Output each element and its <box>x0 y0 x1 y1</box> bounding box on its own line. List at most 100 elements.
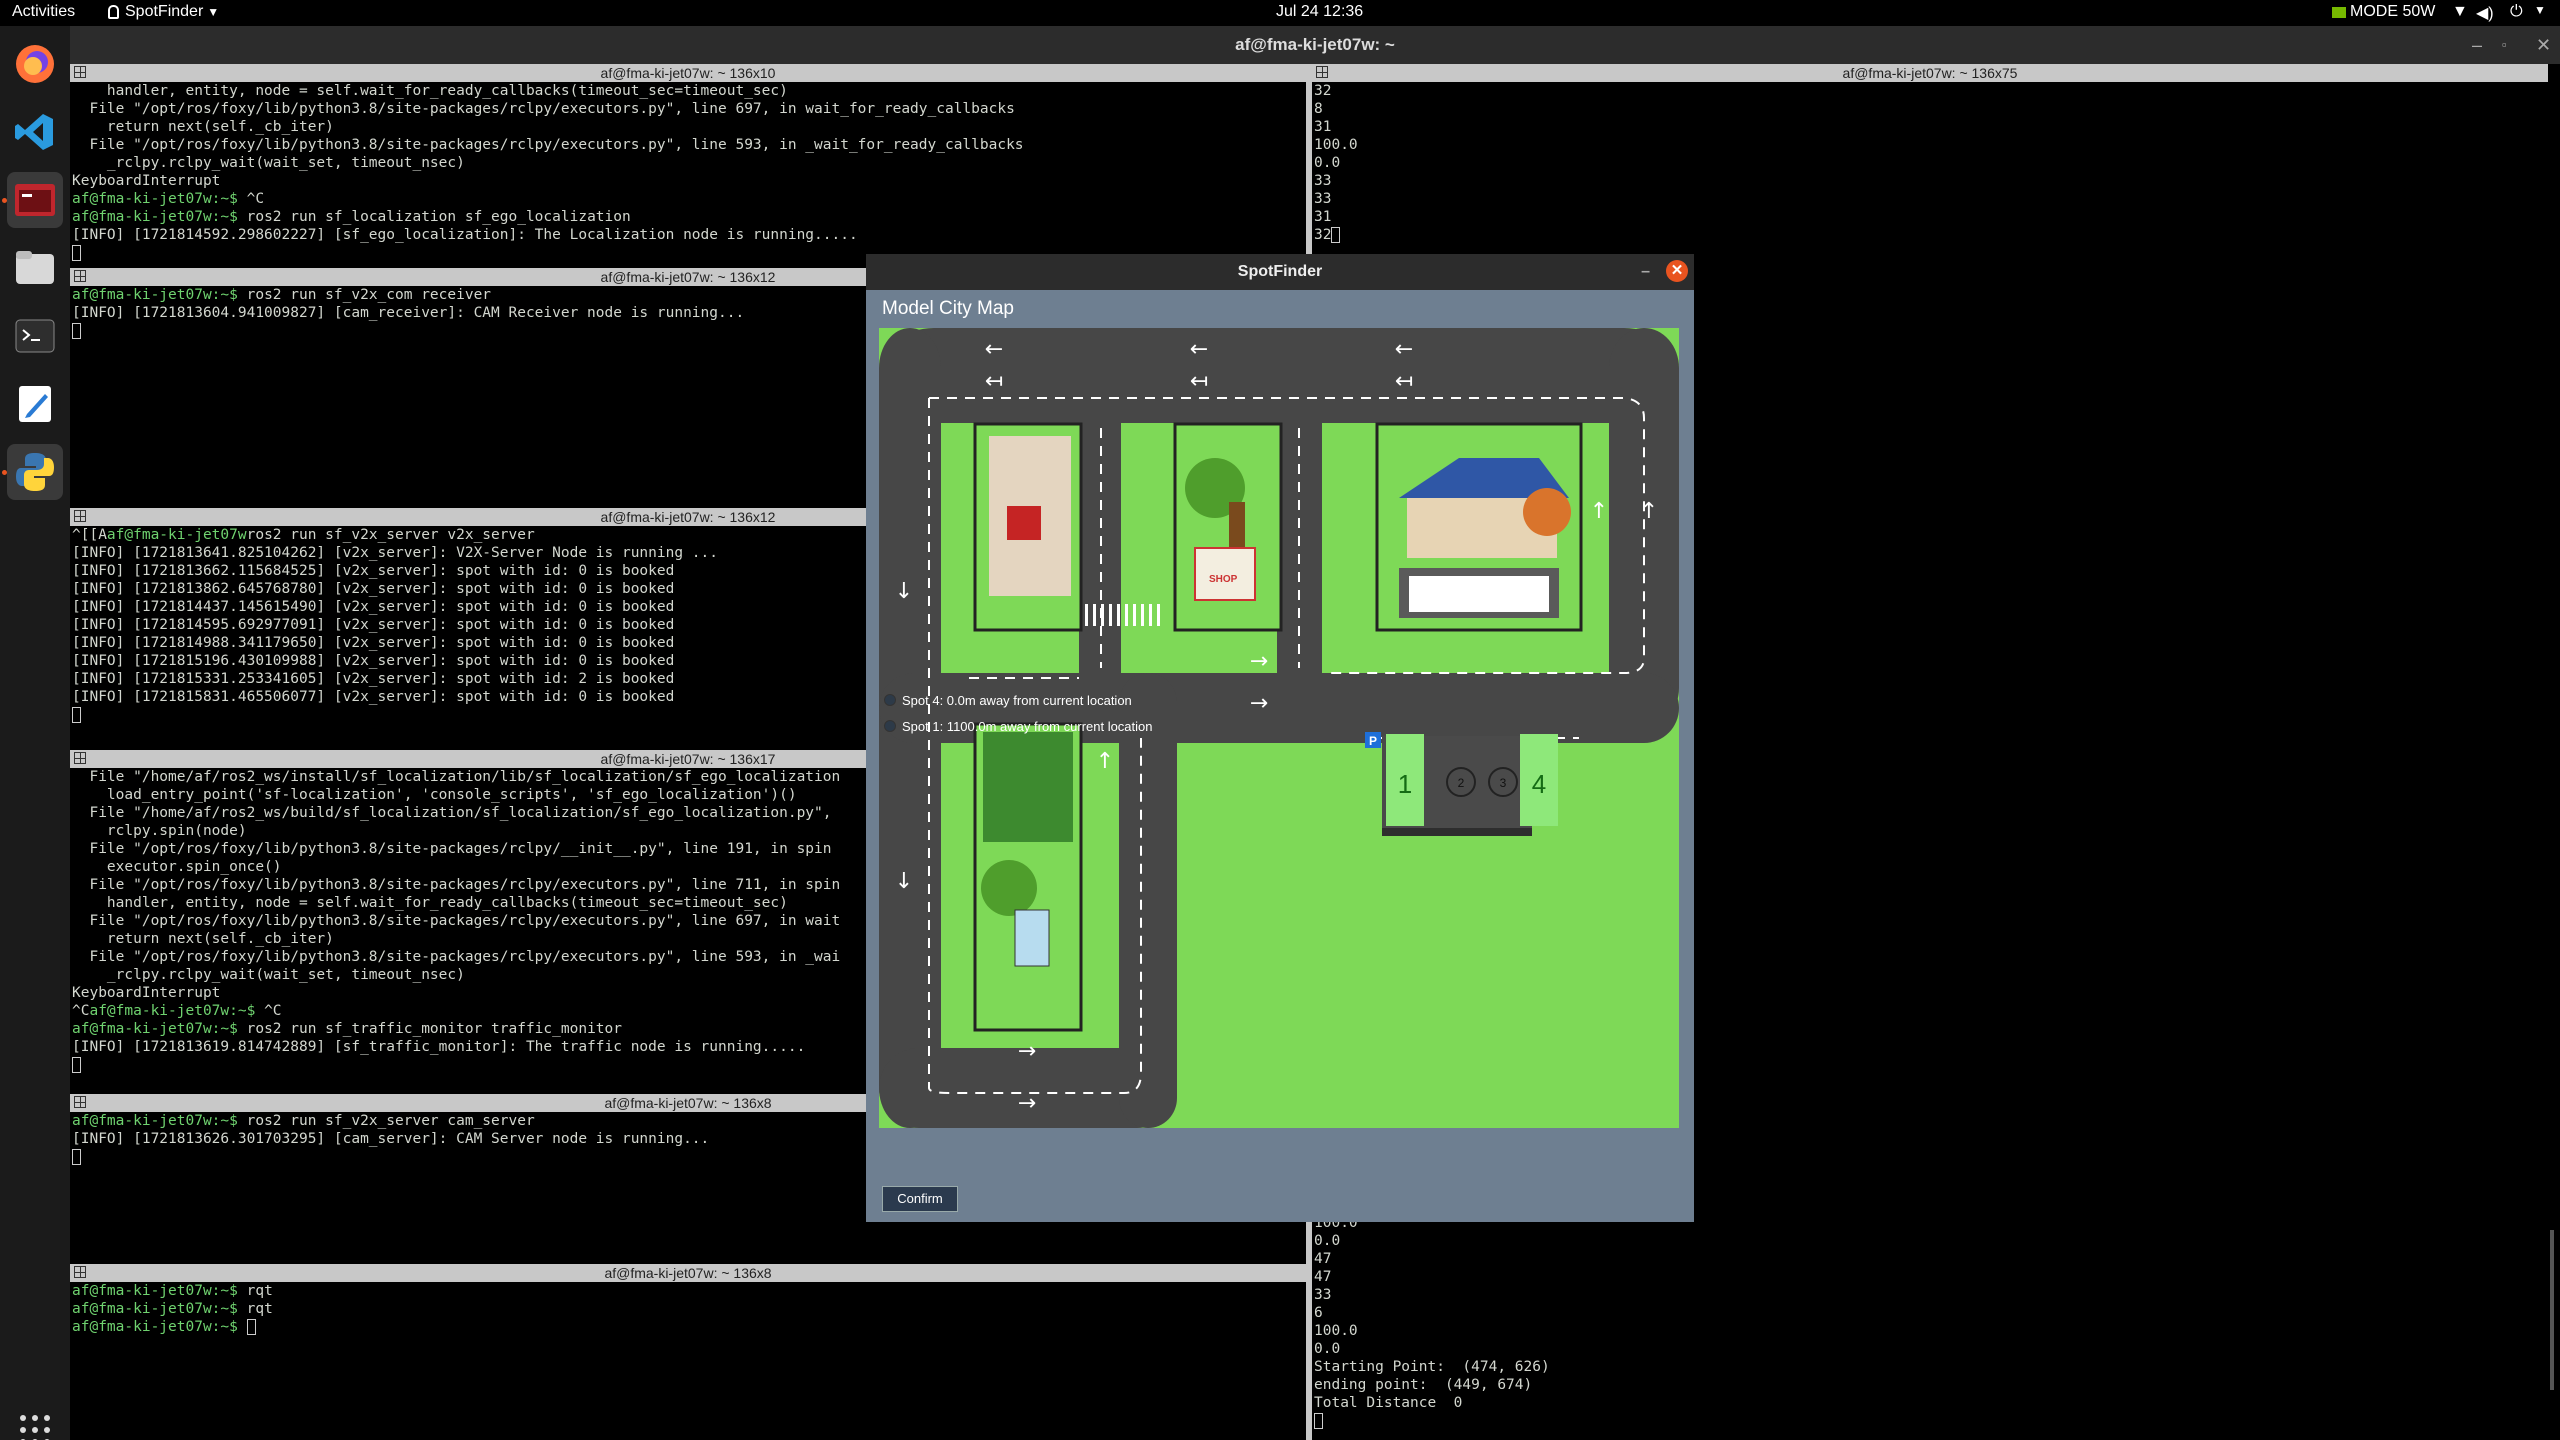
terminal-line: _rclpy.rclpy_wait(wait_set, timeout_nsec… <box>72 155 465 171</box>
close-icon[interactable]: ✕ <box>2536 26 2551 64</box>
show-apps-icon[interactable] <box>7 1402 63 1440</box>
dialog-title: SpotFinder <box>1237 263 1323 280</box>
cursor <box>72 245 81 261</box>
terminal-line: File "/opt/ros/foxy/lib/python3.8/site-p… <box>72 101 1015 117</box>
terminal-output-bottom: 100.0 0.0 47 47 33 6 100.0 0.0 Starting Point: (… <box>1312 1214 2548 1430</box>
chevron-down-icon: ▼ <box>207 5 220 19</box>
power-mode-label: MODE 50W <box>2350 3 2436 20</box>
terminal-line: File "/opt/ros/foxy/lib/python3.8/site-p… <box>72 137 1024 153</box>
python-icon[interactable] <box>7 444 63 500</box>
cursor <box>72 323 81 339</box>
running-indicator <box>2 198 7 203</box>
terminal-line: Starting Point: (474, 626) <box>1314 1359 1550 1375</box>
terminal-line: 33 <box>1314 191 1332 207</box>
app-menu-label: SpotFinder <box>125 3 204 20</box>
cursor <box>1331 227 1341 243</box>
svg-text:→: → <box>1250 649 1268 674</box>
split-icon[interactable] <box>74 66 86 78</box>
top-bar: Activities SpotFinder ▼ Jul 24 12:36 MOD… <box>0 0 2560 26</box>
svg-text:↤: ↤ <box>985 369 1003 394</box>
terminal-line: 33 <box>1314 173 1332 189</box>
radio-button[interactable] <box>884 694 896 706</box>
app-menu[interactable]: SpotFinder ▼ <box>108 3 219 21</box>
svg-text:←: ← <box>985 337 1003 362</box>
activities-button[interactable]: Activities <box>12 3 75 21</box>
split-icon[interactable] <box>74 752 86 764</box>
terminal-pane-1[interactable]: af@fma-ki-jet07w: ~ 136x10 handler, enti… <box>70 64 1306 264</box>
split-icon[interactable] <box>74 510 86 522</box>
terminal-window-titlebar[interactable]: af@fma-ki-jet07w: ~ – ▫ ✕ <box>70 26 2560 64</box>
terminal-line: 0.0 <box>1314 1233 1341 1249</box>
system-menu-chevron-icon[interactable]: ▼ <box>2534 3 2546 17</box>
split-icon[interactable] <box>1316 66 1328 78</box>
dock <box>0 26 70 1440</box>
close-icon[interactable]: ✕ <box>1666 260 1688 282</box>
spot-option-4[interactable]: Spot 4: 0.0m away from current location <box>884 690 1132 710</box>
confirm-button[interactable]: Confirm <box>882 1186 958 1212</box>
terminal-line: KeyboardInterrupt <box>72 173 221 189</box>
terminal-line: 0.0 <box>1314 1341 1341 1357</box>
parking-lot: 1 2 3 4 P <box>1365 732 1558 836</box>
terminal-icon[interactable] <box>7 308 63 364</box>
window-title: af@fma-ki-jet07w: ~ <box>1235 35 1395 54</box>
terminal-line: 100.0 <box>1314 1323 1358 1339</box>
app-icon <box>108 5 119 19</box>
terminal-line: Total Distance 0 <box>1314 1395 1463 1411</box>
split-icon[interactable] <box>74 1096 86 1108</box>
cursor <box>246 1319 256 1335</box>
terminal-line: handler, entity, node = self.wait_for_re… <box>72 83 788 99</box>
park-trees <box>973 722 1083 1032</box>
files-icon[interactable] <box>7 240 63 296</box>
parking-sign-label: P <box>1369 734 1377 748</box>
scrollbar[interactable] <box>2550 1230 2554 1390</box>
minimize-icon[interactable]: – <box>2472 26 2482 64</box>
building-house-2 <box>1375 422 1583 632</box>
volume-icon[interactable]: ◀) <box>2476 3 2494 23</box>
spot-number: 2 <box>1458 776 1465 790</box>
spot-option-label: Spot 4: 0.0m away from current location <box>902 692 1132 708</box>
terminal-line: 47 <box>1314 1269 1332 1285</box>
map-title: Model City Map <box>882 298 1014 319</box>
text-editor-icon[interactable] <box>7 376 63 432</box>
power-icon[interactable]: ⏻ <box>2510 3 2523 21</box>
terminal-title: af@fma-ki-jet07w: ~ 136x10 <box>70 64 1306 82</box>
wifi-icon[interactable]: ▼ <box>2452 3 2468 21</box>
svg-text:→: → <box>1250 691 1268 716</box>
svg-text:←: ← <box>1395 337 1413 362</box>
minimize-icon[interactable]: – <box>1641 254 1650 290</box>
cursor <box>72 1149 81 1165</box>
svg-text:↓: ↓ <box>895 579 913 604</box>
terminal-line: [INFO] [1721814592.298602227] [sf_ego_lo… <box>72 227 858 243</box>
power-mode[interactable]: MODE 50W <box>2332 3 2435 21</box>
firefox-icon[interactable] <box>7 36 63 92</box>
terminal-line: 8 <box>1314 101 1323 117</box>
dialog-titlebar[interactable]: SpotFinder – ✕ <box>866 254 1694 290</box>
svg-text:↤: ↤ <box>1190 369 1208 394</box>
spot-option-label: Spot 1: 1100.0m away from current locati… <box>902 718 1153 734</box>
terminal-line: af@fma-ki-jet07w:~$ ^C <box>72 191 265 207</box>
terminal-pane-6[interactable]: af@fma-ki-jet07w: ~ 136x8 af@fma-ki-jet0… <box>70 1264 1306 1440</box>
cursor <box>72 1057 81 1073</box>
vscode-icon[interactable] <box>7 104 63 160</box>
split-icon[interactable] <box>74 270 86 282</box>
svg-text:↤: ↤ <box>1395 369 1413 394</box>
terminal-line: 6 <box>1314 1305 1323 1321</box>
spot-option-1[interactable]: Spot 1: 1100.0m away from current locati… <box>884 716 1153 736</box>
terminal-line: 47 <box>1314 1251 1332 1267</box>
svg-text:←: ← <box>1190 337 1208 362</box>
terminal-line: af@fma-ki-jet07w:~$ rqt <box>72 1283 273 1299</box>
terminal-title: af@fma-ki-jet07w: ~ 136x75 <box>1312 64 2548 82</box>
building-house-1 <box>973 422 1083 632</box>
clock[interactable]: Jul 24 12:36 <box>1276 3 1363 21</box>
terminal-line: ending point: (449, 674) <box>1314 1377 1533 1393</box>
maximize-icon[interactable]: ▫ <box>2502 26 2507 64</box>
terminal-line: 33 <box>1314 1287 1332 1303</box>
terminal-line: af@fma-ki-jet07w:~$ <box>72 1318 1306 1336</box>
radio-button[interactable] <box>884 720 896 732</box>
terminal-app-icon[interactable] <box>7 172 63 228</box>
svg-text:→: → <box>1018 1039 1036 1064</box>
svg-text:↓: ↓ <box>895 869 913 894</box>
split-icon[interactable] <box>74 1266 86 1278</box>
shop-sign-label: SHOP <box>1209 574 1238 585</box>
terminal-line: 32 <box>1314 83 1332 99</box>
